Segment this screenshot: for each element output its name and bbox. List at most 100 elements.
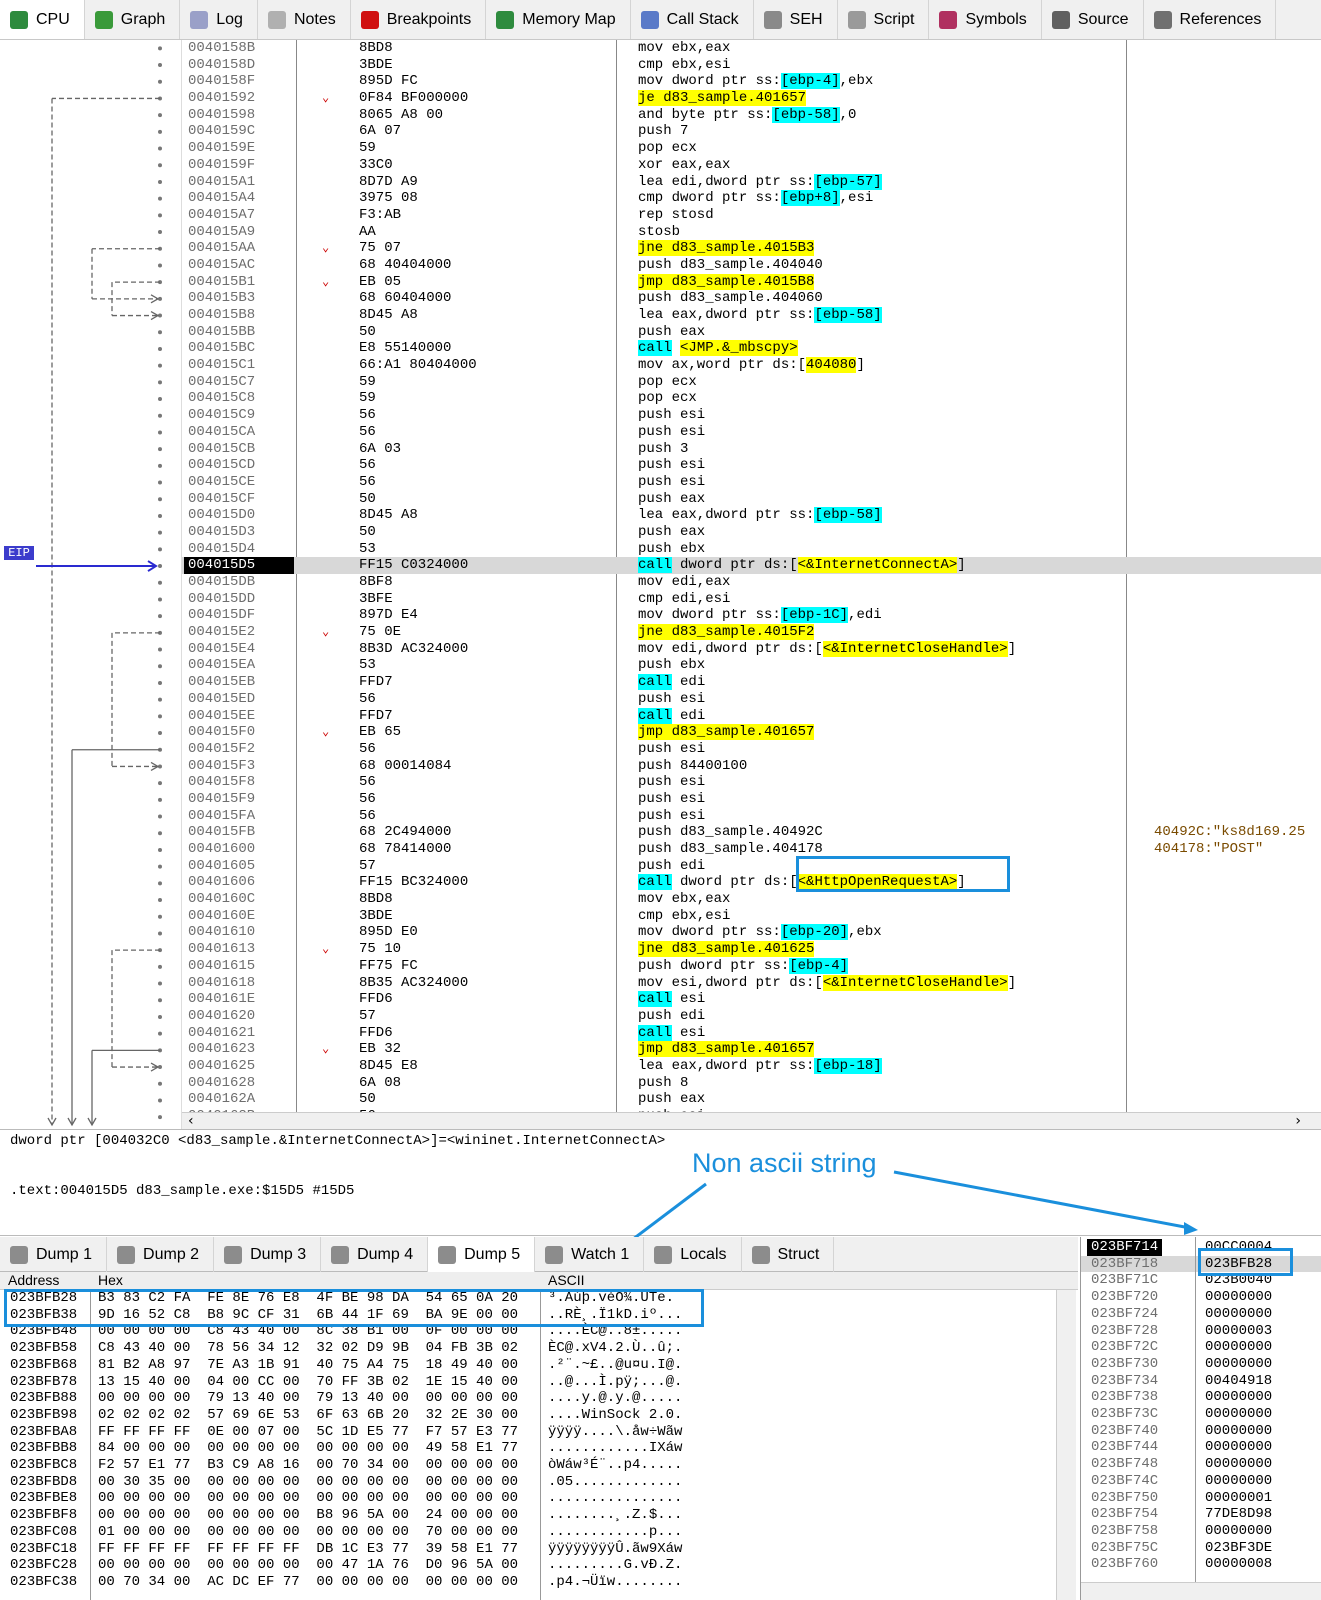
hex-column-header[interactable]: Hex <box>98 1272 123 1288</box>
stack-row[interactable]: 023BF738 00000000 <box>1081 1389 1321 1406</box>
stack-row[interactable]: 023BF760 00000008 <box>1081 1556 1321 1573</box>
stack-row[interactable]: 023BF748 00000000 <box>1081 1456 1321 1473</box>
dump-row[interactable]: 023BFC18 FF FF FF FF FF FF FF FF DB 1C E3… <box>0 1541 1056 1558</box>
disasm-row[interactable]: 00401598 8065 A8 00 and byte ptr ss:[ebp-5… <box>182 106 1321 124</box>
dump-row[interactable]: 023BFBB8 84 00 00 00 00 00 00 00 00 00 00… <box>0 1440 1056 1457</box>
disasm-row[interactable]: 00401610 895D E0 mov dword ptr ss:[ebp-20]… <box>182 924 1321 941</box>
stack-row[interactable]: 023BF740 00000000 <box>1081 1423 1321 1440</box>
disasm-row[interactable]: 004015E4 8B3D AC324000 mov edi,dword ptr d… <box>182 640 1321 658</box>
tab-script[interactable]: Script <box>838 0 930 39</box>
disasm-row[interactable]: 00401618 8B35 AC324000 mov esi,dword ptr d… <box>182 974 1321 992</box>
disasm-row[interactable]: 004015B1 ⌄ EB 05 jmp d83_sample.4015B8 <box>182 273 1321 291</box>
disasm-row[interactable]: 004015D3 50 push eax <box>182 524 1321 541</box>
disasm-row[interactable]: 004015CD 56 push esi <box>182 457 1321 474</box>
dump-row[interactable]: 023BFB58 C8 43 40 00 78 56 34 12 32 02 D9… <box>0 1340 1056 1357</box>
tab-memory-map[interactable]: Memory Map <box>486 0 631 39</box>
disasm-row[interactable]: 004015D5 FF15 C0324000 call dword ptr ds:[… <box>182 557 1321 575</box>
disasm-row[interactable]: 004015CE 56 push esi <box>182 474 1321 491</box>
tab-cpu[interactable]: CPU <box>0 0 85 39</box>
disasm-row[interactable]: 0040158B 8BD8 mov ebx,eax <box>182 40 1321 57</box>
disasm-row[interactable]: 004015EA 53 push ebx <box>182 657 1321 674</box>
dump-row[interactable]: 023BFC38 00 70 34 00 AC DC EF 77 00 00 00… <box>0 1574 1056 1591</box>
address-column-header[interactable]: Address <box>8 1272 59 1288</box>
stack-row[interactable]: 023BF72C 00000000 <box>1081 1339 1321 1356</box>
scroll-right-icon[interactable]: › <box>1295 1113 1301 1129</box>
dump-row[interactable]: 023BFBF8 00 00 00 00 00 00 00 00 B8 96 5A… <box>0 1507 1056 1524</box>
disasm-row[interactable]: 00401625 8D45 E8 lea eax,dword ptr ss:[ebp… <box>182 1057 1321 1075</box>
disasm-row[interactable]: 0040161E FFD6 call esi <box>182 991 1321 1008</box>
tab-notes[interactable]: Notes <box>258 0 351 39</box>
disasm-row[interactable]: 00401592 ⌄ 0F84 BF000000 je d83_sample.4016… <box>182 90 1321 107</box>
disasm-row[interactable]: 00401620 57 push edi <box>182 1008 1321 1025</box>
disasm-row[interactable]: 004015FA 56 push esi <box>182 808 1321 825</box>
dump-tab-dump-2[interactable]: Dump 2 <box>107 1237 215 1272</box>
tab-log[interactable]: Log <box>180 0 258 39</box>
dump-tab-watch-1[interactable]: Watch 1 <box>535 1237 645 1272</box>
stack-row[interactable]: 023BF73C 00000000 <box>1081 1406 1321 1423</box>
disasm-row[interactable]: 004015CF 50 push eax <box>182 491 1321 508</box>
tab-source[interactable]: Source <box>1042 0 1144 39</box>
ascii-column-header[interactable]: ASCII <box>548 1272 585 1288</box>
disasm-row[interactable]: 0040159F 33C0 xor eax,eax <box>182 157 1321 174</box>
tab-seh[interactable]: SEH <box>754 0 838 39</box>
stack-row[interactable]: 023BF758 00000000 <box>1081 1523 1321 1540</box>
disasm-row[interactable]: 004015A9 AA stosb <box>182 224 1321 241</box>
dump-tab-dump-5[interactable]: Dump 5 <box>428 1237 536 1272</box>
disasm-row[interactable]: 00401613 ⌄ 75 10 jne d83_sample.401625 <box>182 941 1321 958</box>
disassembly-view[interactable]: EIP 0040158B 8BD8 mov ebx,eax 0040158D 3BDE c… <box>0 40 1321 1130</box>
disasm-row[interactable]: 0040158F 895D FC mov dword ptr ss:[ebp-4],… <box>182 73 1321 90</box>
stack-row[interactable]: 023BF75C 023BF3DE <box>1081 1540 1321 1557</box>
disasm-row[interactable]: 004015DB 8BF8 mov edi,eax <box>182 574 1321 591</box>
disasm-row[interactable]: 004015F3 68 00014084 push 84400100 <box>182 758 1321 775</box>
disasm-row[interactable]: 0040158D 3BDE cmp ebx,esi <box>182 57 1321 74</box>
dump-row[interactable]: 023BFB88 00 00 00 00 79 13 40 00 79 13 40… <box>0 1390 1056 1407</box>
dump-tab-dump-4[interactable]: Dump 4 <box>321 1237 429 1272</box>
disasm-row[interactable]: 004015A4 3975 08 cmp dword ptr ss:[ebp+8],… <box>182 190 1321 207</box>
disasm-row[interactable]: 00401605 57 push edi <box>182 858 1321 875</box>
disasm-row[interactable]: 004015BB 50 push eax <box>182 324 1321 341</box>
disasm-row[interactable]: 004015F2 56 push esi <box>182 741 1321 758</box>
disasm-row[interactable]: 00401621 FFD6 call esi <box>182 1024 1321 1042</box>
stack-row[interactable]: 023BF724 00000000 <box>1081 1306 1321 1323</box>
disasm-row[interactable]: 004015D4 53 push ebx <box>182 541 1321 558</box>
disasm-row[interactable]: 004015AC 68 40404000 push d83_sample.40404… <box>182 257 1321 274</box>
stack-row[interactable]: 023BF728 00000003 <box>1081 1323 1321 1340</box>
disasm-row[interactable]: 004015C1 66:A1 80404000 mov ax,word ptr ds… <box>182 357 1321 374</box>
dump-row[interactable]: 023BFC08 01 00 00 00 00 00 00 00 00 00 00… <box>0 1524 1056 1541</box>
scroll-left-icon[interactable]: ‹ <box>188 1113 194 1129</box>
disasm-row[interactable]: 004015F9 56 push esi <box>182 791 1321 808</box>
stack-row[interactable]: 023BF734 00404918 <box>1081 1373 1321 1390</box>
dump-row[interactable]: 023BFBC8 F2 57 E1 77 B3 C9 A8 16 00 70 34… <box>0 1457 1056 1474</box>
stack-row[interactable]: 023BF754 77DE8D98 <box>1081 1506 1321 1523</box>
disasm-row[interactable]: 004015B8 8D45 A8 lea eax,dword ptr ss:[ebp… <box>182 307 1321 324</box>
tab-references[interactable]: References <box>1144 0 1277 39</box>
disasm-row[interactable]: 004015CB 6A 03 push 3 <box>182 441 1321 458</box>
disasm-row[interactable]: 0040159E 59 pop ecx <box>182 140 1321 157</box>
dump-row[interactable]: 023BFB68 81 B2 A8 97 7E A3 1B 91 40 75 A4… <box>0 1357 1056 1374</box>
tab-graph[interactable]: Graph <box>85 0 181 39</box>
dump-row[interactable]: 023BFBD8 00 30 35 00 00 00 00 00 00 00 00… <box>0 1474 1056 1491</box>
tab-breakpoints[interactable]: Breakpoints <box>351 0 487 39</box>
disasm-row[interactable]: 0040160E 3BDE cmp ebx,esi <box>182 908 1321 925</box>
disasm-row[interactable]: 004015DF 897D E4 mov dword ptr ss:[ebp-1C]… <box>182 607 1321 624</box>
disasm-row[interactable]: 004015B3 68 60404000 push d83_sample.40406… <box>182 290 1321 307</box>
disasm-row[interactable]: 00401628 6A 08 push 8 <box>182 1075 1321 1092</box>
disasm-row[interactable]: 004015BC E8 55140000 call <JMP.&_mbscpy> <box>182 340 1321 357</box>
disasm-row[interactable]: 00401606 FF15 BC324000 call dword ptr ds:[… <box>182 874 1321 891</box>
disasm-row[interactable]: 00401615 FF75 FC push dword ptr ss:[ebp-4] <box>182 957 1321 975</box>
disasm-row[interactable]: 004015EB FFD7 call edi <box>182 674 1321 691</box>
stack-row[interactable]: 023BF74C 00000000 <box>1081 1473 1321 1490</box>
disasm-row[interactable]: 004015A7 F3:AB rep stosd <box>182 207 1321 224</box>
stack-row[interactable]: 023BF730 00000000 <box>1081 1356 1321 1373</box>
dump-tab-dump-3[interactable]: Dump 3 <box>214 1237 322 1272</box>
dump-tab-dump-1[interactable]: Dump 1 <box>0 1237 108 1272</box>
disasm-row[interactable]: 004015C8 59 pop ecx <box>182 390 1321 407</box>
disasm-row[interactable]: 004015F8 56 push esi <box>182 774 1321 791</box>
disasm-row[interactable]: 004015C7 59 pop ecx <box>182 374 1321 391</box>
tab-call-stack[interactable]: Call Stack <box>631 0 754 39</box>
tab-symbols[interactable]: Symbols <box>929 0 1042 39</box>
disasm-row[interactable]: 004015D0 8D45 A8 lea eax,dword ptr ss:[ebp… <box>182 507 1321 524</box>
disasm-row[interactable]: 004015FB 68 2C494000 push d83_sample.40492… <box>182 824 1321 841</box>
disasm-row[interactable]: 004015F0 ⌄ EB 65 jmp d83_sample.401657 <box>182 724 1321 741</box>
disasm-row[interactable]: 004015DD 3BFE cmp edi,esi <box>182 591 1321 608</box>
